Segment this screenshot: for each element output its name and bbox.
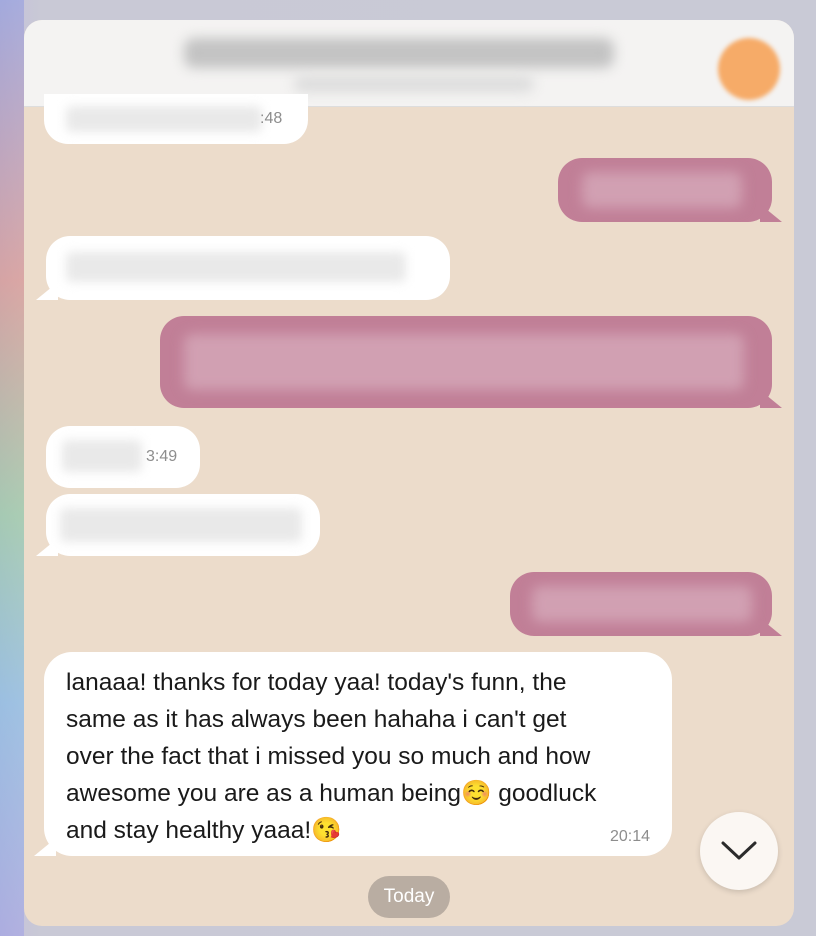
message-line: and stay healthy yaaa!😘 xyxy=(66,812,676,849)
incoming-message-bubble[interactable]: 3:49 xyxy=(46,426,200,488)
message-time: :48 xyxy=(260,110,283,127)
avatar[interactable] xyxy=(718,38,780,100)
message-text-blurred xyxy=(62,440,142,472)
message-line: awesome you are as a human being☺️ goodl… xyxy=(66,775,676,812)
chat-window: :48 3:49 lanaaa! thanks for today yaa! t… xyxy=(24,20,794,926)
date-divider: Today xyxy=(368,876,450,918)
outgoing-message-bubble[interactable] xyxy=(510,572,772,636)
incoming-message-bubble[interactable] xyxy=(46,236,450,300)
outgoing-message-bubble[interactable] xyxy=(160,316,772,408)
message-line: lanaaa! thanks for today yaa! today's fu… xyxy=(66,669,567,696)
smiling-emoji: ☺️ xyxy=(460,780,492,807)
chevron-down-icon xyxy=(721,841,757,860)
message-line-text: and stay healthy yaaa! xyxy=(66,817,312,844)
message-time: 3:49 xyxy=(146,448,178,465)
contact-status-blurred xyxy=(294,76,534,92)
screen-edge-glow xyxy=(0,0,24,936)
message-text-blurred xyxy=(184,334,744,390)
scroll-to-bottom-button[interactable] xyxy=(700,812,778,890)
incoming-message-bubble[interactable]: lanaaa! thanks for today yaa! today's fu… xyxy=(44,652,672,856)
message-line-text: awesome you are as a human being xyxy=(66,780,461,807)
message-text: lanaaa! thanks for today yaa! today's fu… xyxy=(66,664,676,849)
message-time: 20:14 xyxy=(609,828,650,845)
incoming-message-bubble[interactable] xyxy=(46,494,320,556)
message-line: over the fact that i missed you so much … xyxy=(66,743,591,770)
contact-name-blurred xyxy=(184,38,614,68)
message-line-text: goodluck xyxy=(491,780,597,807)
message-text-blurred xyxy=(532,586,752,622)
message-text-blurred xyxy=(66,106,262,132)
outgoing-message-bubble[interactable] xyxy=(558,158,772,222)
message-text-blurred xyxy=(60,508,302,542)
message-text-blurred xyxy=(582,172,742,208)
kiss-emoji: 😘 xyxy=(311,817,342,844)
incoming-message-bubble[interactable]: :48 xyxy=(44,94,308,144)
message-line: same as it has always been hahaha i can'… xyxy=(66,706,567,733)
message-text-blurred xyxy=(66,252,406,282)
